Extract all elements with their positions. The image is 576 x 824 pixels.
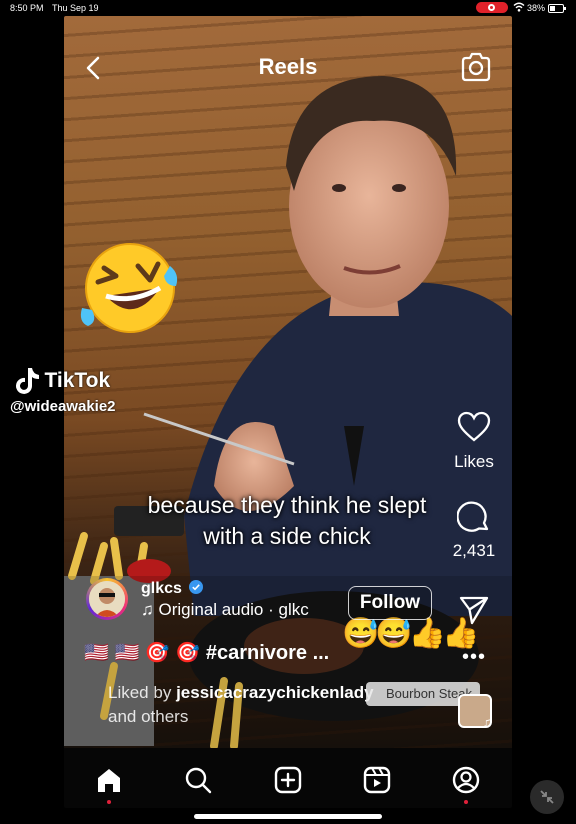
status-date: Thu Sep 19 [52, 3, 99, 13]
page-title: Reels [258, 54, 318, 79]
follow-button[interactable]: Follow [348, 586, 432, 620]
liked-by-user[interactable]: jessicacrazychickenlady [176, 683, 374, 702]
comment-icon[interactable] [456, 500, 491, 534]
tiktok-logo-icon [16, 368, 39, 394]
music-note-icon: ♫ [482, 714, 493, 730]
reels-screen: Reels because they think he slept with a… [64, 16, 512, 808]
overlay-emojis: 😅😅👍👍 [342, 617, 479, 650]
camera-icon[interactable] [460, 52, 492, 82]
caption-line-2: with a side chick [203, 523, 371, 549]
battery-level: 38% [527, 3, 546, 13]
status-time: 8:50 PM [10, 3, 44, 13]
like-action[interactable]: Likes [444, 411, 504, 472]
minimize-button[interactable] [530, 780, 564, 814]
audio-text[interactable]: Original audio · glkc [158, 600, 308, 619]
collapse-arrows-icon [540, 790, 554, 804]
liked-by-suffix[interactable]: and others [108, 707, 188, 726]
status-bar: 8:50 PM Thu Sep 19 38% [0, 0, 576, 16]
liked-by-prefix: Liked by [108, 683, 172, 702]
laughing-emoji-icon [80, 243, 178, 333]
post-username[interactable]: glkcs [141, 580, 204, 598]
search-icon[interactable] [184, 766, 212, 794]
profile-notification-dot [464, 800, 468, 804]
wifi-icon [513, 2, 525, 12]
profile-icon[interactable] [452, 766, 480, 794]
caption-line-1: because they think he slept [147, 492, 427, 518]
home-indicator[interactable] [194, 814, 382, 819]
liked-by[interactable]: Liked by jessicacrazychickenlady and oth… [108, 681, 374, 729]
create-icon[interactable] [274, 766, 302, 794]
music-note-icon: ♫ [141, 600, 154, 619]
comment-action[interactable]: 2,431 [444, 500, 504, 561]
audio-thumbnail[interactable]: ♫ [458, 694, 493, 730]
bottom-nav [64, 748, 512, 808]
post-tags[interactable]: 🇺🇸 🇺🇸 🎯 🎯 #carnivore ... [84, 640, 329, 665]
heart-icon[interactable] [457, 411, 491, 443]
video-caption: because they think he slept with a side … [132, 490, 442, 552]
screen-record-icon[interactable] [476, 2, 508, 13]
verified-icon [189, 580, 204, 594]
home-notification-dot [107, 800, 111, 804]
battery-icon [548, 4, 566, 13]
audio-info[interactable]: ♫ Original audio · glkc [141, 600, 309, 620]
tiktok-logo-text: TikTok [44, 369, 111, 392]
avatar[interactable] [86, 578, 128, 620]
reels-icon[interactable] [363, 766, 391, 794]
home-icon[interactable] [95, 766, 123, 794]
tiktok-logo: TikTok [14, 366, 144, 396]
username-text[interactable]: glkcs [141, 580, 182, 597]
tiktok-handle: @wideawakie2 [10, 398, 116, 415]
comments-count: 2,431 [452, 541, 496, 560]
likes-label: Likes [454, 452, 494, 471]
